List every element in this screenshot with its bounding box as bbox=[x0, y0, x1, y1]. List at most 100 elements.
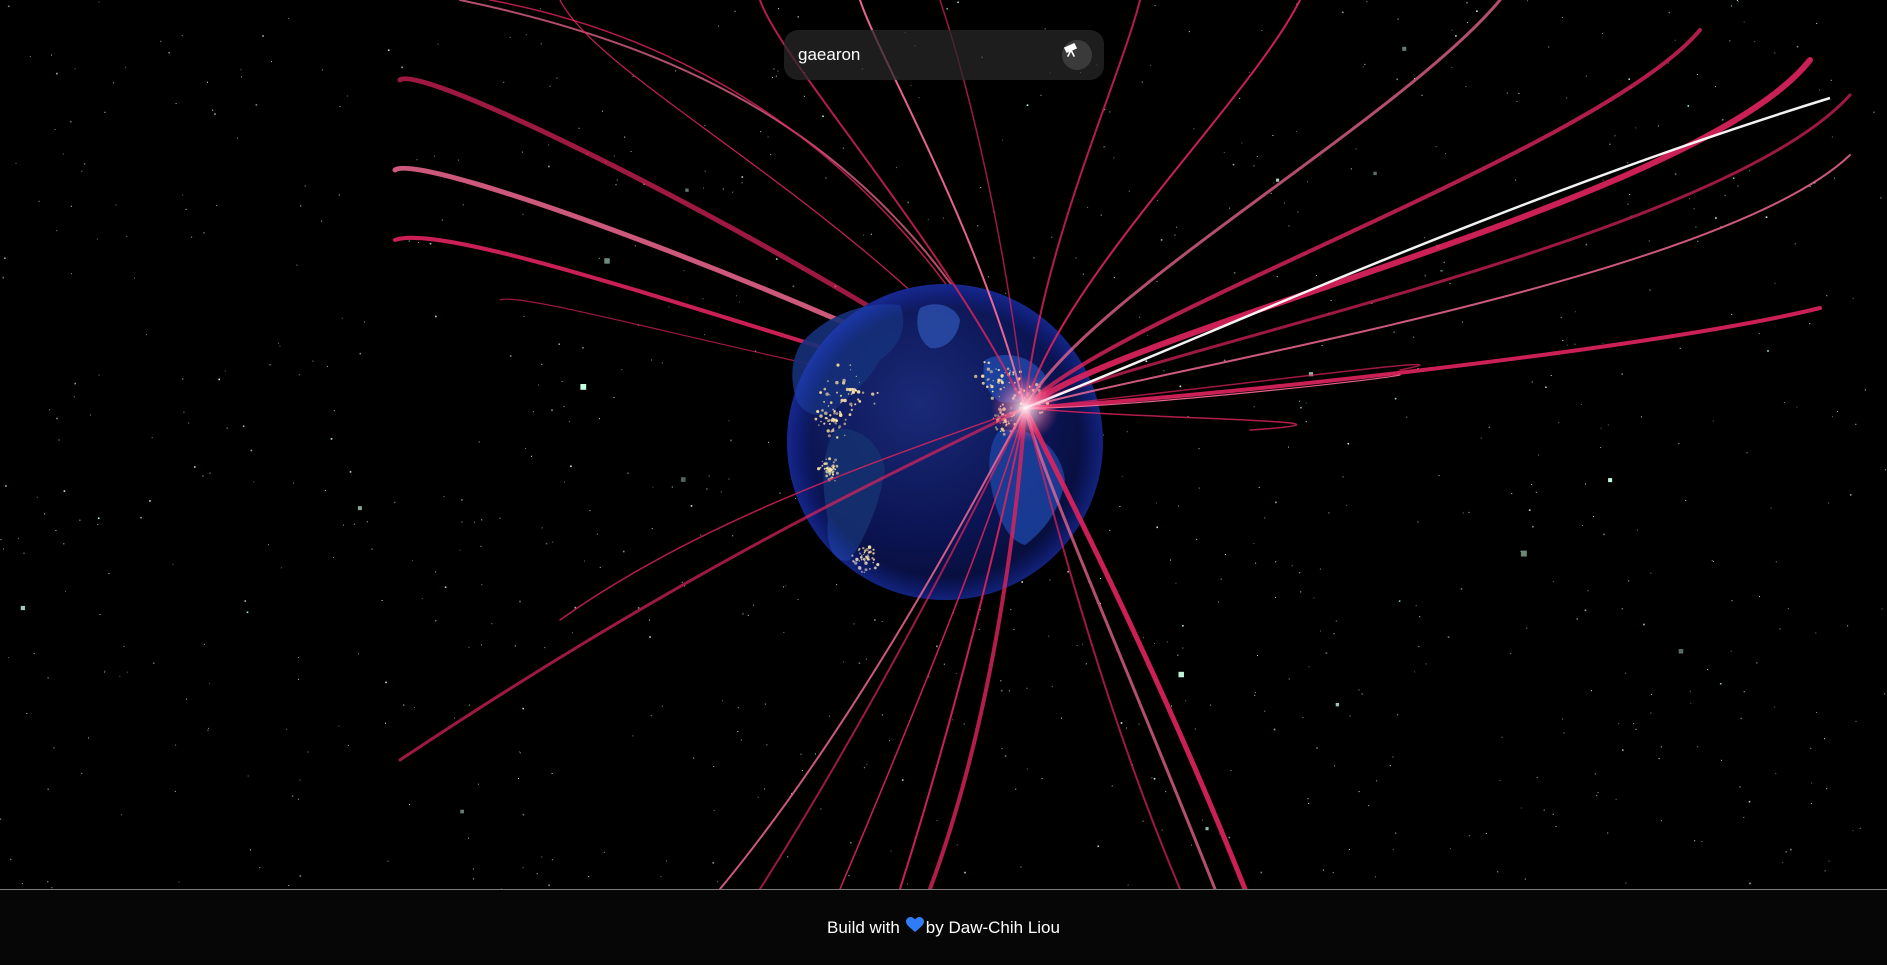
star bbox=[538, 384, 540, 386]
star bbox=[357, 506, 362, 511]
star bbox=[1524, 878, 1526, 880]
star bbox=[1621, 608, 1623, 610]
star bbox=[1621, 373, 1623, 375]
star bbox=[1276, 276, 1278, 278]
star bbox=[874, 619, 876, 621]
star bbox=[103, 671, 105, 673]
star bbox=[1417, 521, 1419, 523]
star bbox=[708, 475, 710, 477]
star bbox=[1393, 331, 1395, 333]
star bbox=[1499, 780, 1501, 782]
star bbox=[760, 131, 762, 133]
star bbox=[413, 707, 415, 708]
star bbox=[1313, 597, 1315, 599]
star bbox=[98, 1, 100, 3]
star bbox=[1828, 502, 1829, 504]
globe-canvas[interactable] bbox=[0, 0, 1887, 889]
star bbox=[1320, 630, 1322, 632]
star bbox=[1627, 203, 1629, 205]
star bbox=[242, 425, 245, 427]
star bbox=[288, 885, 290, 886]
star bbox=[584, 560, 586, 562]
star bbox=[1010, 609, 1012, 611]
star bbox=[1320, 155, 1322, 157]
star bbox=[927, 219, 929, 221]
star bbox=[1366, 1, 1368, 3]
star bbox=[720, 491, 722, 493]
star bbox=[312, 360, 314, 362]
star bbox=[182, 194, 184, 196]
star bbox=[1335, 703, 1340, 707]
star bbox=[896, 167, 898, 169]
star bbox=[1230, 770, 1232, 771]
star bbox=[1765, 216, 1768, 218]
star bbox=[1859, 827, 1861, 829]
star bbox=[1690, 702, 1692, 704]
star bbox=[1461, 321, 1463, 323]
star bbox=[589, 510, 591, 512]
star bbox=[1511, 493, 1513, 495]
star bbox=[541, 363, 543, 365]
star bbox=[1520, 550, 1527, 557]
star bbox=[1026, 104, 1029, 106]
search-button[interactable] bbox=[1062, 40, 1092, 70]
star bbox=[1315, 275, 1317, 276]
star bbox=[480, 545, 482, 547]
star bbox=[890, 850, 892, 852]
star bbox=[1347, 442, 1350, 445]
star bbox=[773, 68, 775, 70]
star bbox=[532, 411, 534, 413]
star bbox=[1485, 832, 1487, 834]
star bbox=[1721, 759, 1722, 761]
star bbox=[207, 729, 209, 731]
arc-layer-front bbox=[398, 0, 1852, 889]
star bbox=[681, 581, 683, 583]
star bbox=[1161, 829, 1163, 831]
search-input[interactable] bbox=[798, 41, 1038, 69]
star bbox=[1712, 420, 1714, 422]
star bbox=[1220, 578, 1222, 580]
star bbox=[1368, 805, 1370, 807]
star bbox=[7, 5, 10, 8]
star bbox=[1785, 851, 1787, 853]
star bbox=[797, 16, 799, 18]
star bbox=[5, 485, 7, 487]
star bbox=[1307, 181, 1308, 183]
star bbox=[249, 849, 251, 851]
star bbox=[481, 644, 482, 646]
globe-scene[interactable] bbox=[0, 0, 1887, 889]
star bbox=[1348, 849, 1350, 850]
star bbox=[244, 600, 246, 602]
star bbox=[226, 427, 228, 429]
star bbox=[1668, 12, 1670, 14]
star bbox=[1847, 625, 1849, 627]
star bbox=[1260, 871, 1263, 874]
star bbox=[722, 700, 723, 702]
star bbox=[551, 772, 553, 774]
star bbox=[387, 860, 389, 862]
star bbox=[803, 95, 805, 97]
star bbox=[481, 584, 483, 586]
star bbox=[728, 478, 730, 480]
star bbox=[1628, 78, 1630, 80]
star bbox=[1451, 29, 1453, 31]
star bbox=[1445, 153, 1446, 155]
star bbox=[435, 620, 437, 622]
star bbox=[188, 422, 190, 424]
star bbox=[73, 396, 75, 398]
star bbox=[1170, 559, 1171, 561]
star bbox=[704, 125, 706, 127]
star bbox=[1855, 423, 1857, 425]
star bbox=[1154, 5, 1156, 7]
star bbox=[552, 541, 554, 543]
star bbox=[1138, 723, 1140, 725]
star bbox=[825, 177, 827, 179]
star bbox=[146, 334, 148, 336]
star bbox=[1648, 240, 1650, 242]
star bbox=[1828, 860, 1830, 862]
star bbox=[881, 621, 883, 623]
star bbox=[1497, 871, 1499, 873]
star bbox=[435, 315, 437, 318]
star bbox=[1398, 600, 1401, 602]
star bbox=[1685, 499, 1687, 501]
